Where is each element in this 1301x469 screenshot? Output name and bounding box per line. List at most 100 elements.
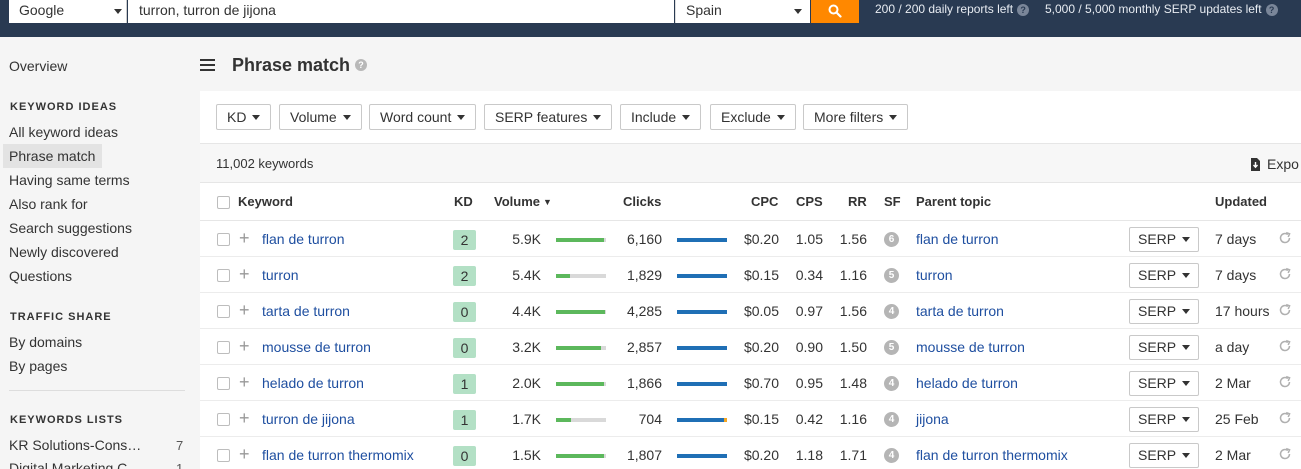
column-header-keyword[interactable]: Keyword xyxy=(238,194,293,209)
serp-dropdown-button[interactable]: SERP xyxy=(1129,407,1199,432)
parent-topic-link[interactable]: turron xyxy=(916,267,953,283)
search-button[interactable] xyxy=(811,0,859,23)
refresh-icon[interactable] xyxy=(1278,267,1292,281)
table-row: + mousse de turron 0 3.2K 2,857 $0.20 0.… xyxy=(200,329,1301,365)
serp-features-badge[interactable]: 4 xyxy=(884,412,899,427)
filter-more-filters-button[interactable]: More filters xyxy=(803,104,909,130)
keyword-link[interactable]: turron de jijona xyxy=(262,411,355,427)
export-button[interactable]: Expo xyxy=(1250,156,1299,172)
column-header-sf[interactable]: SF xyxy=(884,194,901,209)
parent-topic-link[interactable]: jijona xyxy=(916,411,949,427)
serp-dropdown-button[interactable]: SERP xyxy=(1129,443,1199,468)
parent-topic-link[interactable]: mousse de turron xyxy=(916,339,1025,355)
add-to-list-icon[interactable]: + xyxy=(239,337,250,355)
keyword-link[interactable]: tarta de turron xyxy=(262,303,350,319)
column-header-updated[interactable]: Updated xyxy=(1215,194,1267,209)
keyword-link[interactable]: mousse de turron xyxy=(262,339,371,355)
add-to-list-icon[interactable]: + xyxy=(239,301,250,319)
keyword-search-input[interactable]: turron, turron de jijona xyxy=(128,0,674,23)
serp-dropdown-button[interactable]: SERP xyxy=(1129,335,1199,360)
clicks-bar xyxy=(677,274,727,278)
row-checkbox[interactable] xyxy=(217,377,230,390)
column-header-cpc[interactable]: CPC xyxy=(751,194,778,209)
help-icon[interactable]: ? xyxy=(1017,4,1030,16)
filter-include-button[interactable]: Include xyxy=(620,104,702,130)
filter-serp-features-button[interactable]: SERP features xyxy=(484,104,613,130)
parent-topic-link[interactable]: flan de turron xyxy=(916,231,999,247)
refresh-icon[interactable] xyxy=(1278,231,1292,245)
keyword-link[interactable]: turron xyxy=(262,267,299,283)
sidebar-item-by-pages[interactable]: By pages xyxy=(9,358,67,374)
row-checkbox[interactable] xyxy=(217,341,230,354)
sort-down-icon: ▼ xyxy=(543,197,552,207)
sidebar-item-having-same-terms[interactable]: Having same terms xyxy=(9,172,130,188)
column-header-cps[interactable]: CPS xyxy=(796,194,823,209)
add-to-list-icon[interactable]: + xyxy=(239,265,250,283)
select-all-checkbox[interactable] xyxy=(217,196,230,209)
row-checkbox[interactable] xyxy=(217,305,230,318)
add-to-list-icon[interactable]: + xyxy=(239,373,250,391)
chevron-down-icon xyxy=(114,9,122,14)
menu-icon[interactable] xyxy=(200,59,215,74)
row-checkbox[interactable] xyxy=(217,269,230,282)
sidebar-item-search-suggestions[interactable]: Search suggestions xyxy=(9,220,132,236)
cps-value: 1.18 xyxy=(795,447,823,463)
keyword-link[interactable]: flan de turron thermomix xyxy=(262,447,414,463)
sidebar-list-item[interactable]: KR Solutions-Cons… xyxy=(9,437,141,453)
column-header-kd[interactable]: KD xyxy=(454,194,473,209)
column-header-parent-topic[interactable]: Parent topic xyxy=(916,194,991,209)
row-checkbox[interactable] xyxy=(217,233,230,246)
parent-topic-link[interactable]: tarta de turron xyxy=(916,303,1004,319)
sidebar-item-questions[interactable]: Questions xyxy=(9,268,72,284)
filter-word-count-button[interactable]: Word count xyxy=(369,104,477,130)
sidebar-item-phrase-match[interactable]: Phrase match xyxy=(9,148,95,164)
sidebar-item-all-keyword-ideas[interactable]: All keyword ideas xyxy=(9,124,118,140)
parent-topic-link[interactable]: helado de turron xyxy=(916,375,1018,391)
serp-dropdown-button[interactable]: SERP xyxy=(1129,299,1199,324)
chevron-down-icon xyxy=(1182,453,1191,458)
sidebar-item-overview[interactable]: Overview xyxy=(9,58,67,74)
sidebar-list-item[interactable]: Digital Marketing C… xyxy=(9,460,141,469)
updated-value: a day xyxy=(1215,339,1250,355)
search-engine-select[interactable]: Google xyxy=(9,0,127,23)
column-header-clicks[interactable]: Clicks xyxy=(623,194,661,209)
refresh-icon[interactable] xyxy=(1278,375,1292,389)
filter-exclude-button[interactable]: Exclude xyxy=(710,104,796,130)
refresh-icon[interactable] xyxy=(1278,447,1292,461)
add-to-list-icon[interactable]: + xyxy=(239,409,250,427)
country-select[interactable]: Spain xyxy=(675,0,810,23)
keyword-link[interactable]: flan de turron xyxy=(262,231,345,247)
help-icon[interactable]: ? xyxy=(355,59,367,71)
volume-bar xyxy=(556,454,606,458)
column-header-rr[interactable]: RR xyxy=(848,194,867,209)
serp-features-badge[interactable]: 5 xyxy=(884,268,899,283)
serp-features-badge[interactable]: 6 xyxy=(884,232,899,247)
help-icon[interactable]: ? xyxy=(1265,4,1278,16)
column-header-volume[interactable]: Volume ▼ xyxy=(494,194,552,209)
serp-dropdown-button[interactable]: SERP xyxy=(1129,263,1199,288)
monthly-updates-limit: 5,000 / 5,000 monthly SERP updates left? xyxy=(1045,2,1278,16)
add-to-list-icon[interactable]: + xyxy=(239,445,250,463)
sidebar-item-also-rank-for[interactable]: Also rank for xyxy=(9,196,88,212)
serp-dropdown-button[interactable]: SERP xyxy=(1129,227,1199,252)
refresh-icon[interactable] xyxy=(1278,339,1292,353)
updated-value: 7 days xyxy=(1215,231,1257,247)
keyword-link[interactable]: helado de turron xyxy=(262,375,364,391)
refresh-icon[interactable] xyxy=(1278,303,1292,317)
add-to-list-icon[interactable]: + xyxy=(239,229,250,247)
serp-features-badge[interactable]: 4 xyxy=(884,376,899,391)
row-checkbox[interactable] xyxy=(217,413,230,426)
filter-volume-button[interactable]: Volume xyxy=(279,104,362,130)
volume-value: 1.7K xyxy=(512,411,541,427)
filter-kd-button[interactable]: KD xyxy=(216,104,272,130)
serp-dropdown-button[interactable]: SERP xyxy=(1129,371,1199,396)
serp-label: SERP xyxy=(1138,339,1177,355)
serp-features-badge[interactable]: 5 xyxy=(884,340,899,355)
sidebar-item-by-domains[interactable]: By domains xyxy=(9,334,82,350)
row-checkbox[interactable] xyxy=(217,449,230,462)
sidebar-item-newly-discovered[interactable]: Newly discovered xyxy=(9,244,119,260)
serp-features-badge[interactable]: 4 xyxy=(884,304,899,319)
parent-topic-link[interactable]: flan de turron thermomix xyxy=(916,447,1068,463)
refresh-icon[interactable] xyxy=(1278,411,1292,425)
serp-features-badge[interactable]: 4 xyxy=(884,448,899,463)
